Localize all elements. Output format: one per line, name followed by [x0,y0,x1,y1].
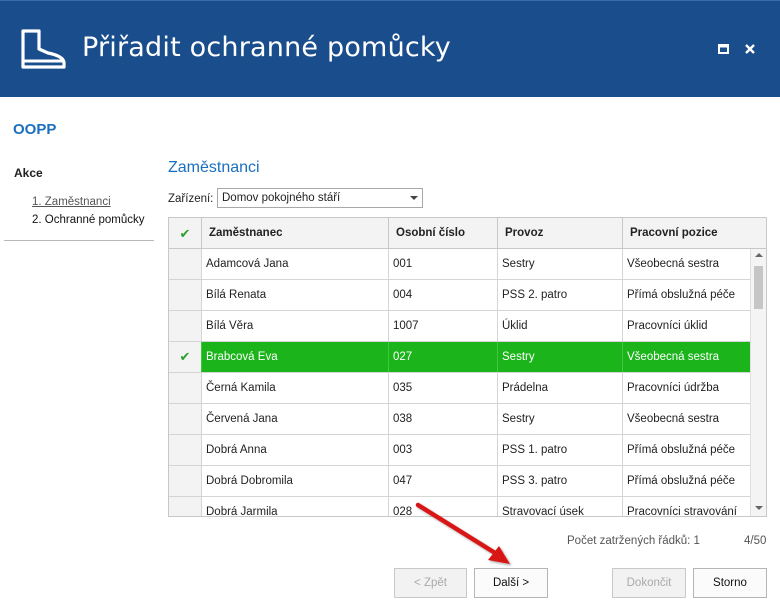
cell-provoz: PSS 1. patro [498,435,623,465]
table-row[interactable]: Černá Kamila 035 Prádelna Pracovníci údr… [169,373,750,404]
cell-position: Všeobecná sestra [627,413,720,425]
title-bar: Přiřadit ochranné pomůcky [0,0,780,97]
cell-personal-number: 1007 [389,311,498,341]
column-header-position[interactable]: Pracovní pozice [623,218,750,249]
grid-header: ✔ Zaměstnanec Osobní číslo Provoz Pracov… [169,218,766,249]
cell-personal-number: 038 [389,404,498,434]
check-icon: ✔ [179,226,191,241]
row-checkbox[interactable] [169,311,202,341]
row-checkbox-checked[interactable]: ✔ [169,342,202,372]
cell-employee: Adamcová Jana [202,249,389,279]
row-checkbox[interactable] [169,497,202,516]
vertical-scrollbar[interactable] [750,249,766,516]
sidebar-step-protective-equipment: 2. Ochranné pomůcky [32,214,145,226]
device-select[interactable]: Domov pokojného stáří [217,188,423,208]
next-button[interactable]: Další > [474,568,548,598]
cell-personal-number: 035 [389,373,498,403]
scrollbar-thumb[interactable] [754,266,763,309]
cell-personal-number: 028 [389,497,498,516]
cell-personal-number: 003 [389,435,498,465]
row-checkbox[interactable] [169,435,202,465]
table-row[interactable]: Dobrá Jarmila 028 Stravovací úsek Pracov… [169,497,750,517]
cell-employee: Dobrá Dobromila [202,466,389,496]
cell-employee: Černá Kamila [202,373,389,403]
cell-personal-number: 027 [389,342,498,372]
row-checkbox[interactable] [169,280,202,310]
cell-employee: Dobrá Jarmila [202,497,389,516]
table-row[interactable]: Bílá Věra 1007 Úklid Pracovníci úklid [169,311,750,342]
cell-employee: Dobrá Anna [202,435,389,465]
back-button[interactable]: < Zpět [394,568,467,598]
cell-provoz: Sestry [498,342,623,372]
checked-rows-count: Počet zatržených řádků: 1 [567,535,700,547]
window-title: Přiřadit ochranné pomůcky [82,32,451,63]
cancel-button[interactable]: Storno [693,568,767,598]
cell-provoz: Sestry [498,404,623,434]
finish-button[interactable]: Dokončit [612,568,686,598]
cell-position: Pracovníci údržba [627,382,720,394]
column-header-personal-number[interactable]: Osobní číslo [389,218,498,249]
close-icon[interactable] [742,41,758,57]
cell-personal-number: 004 [389,280,498,310]
employees-grid: ✔ Zaměstnanec Osobní číslo Provoz Pracov… [168,217,767,517]
scroll-up-icon[interactable] [755,253,763,257]
row-checkbox[interactable] [169,466,202,496]
cell-position: Přímá obslužná péče [627,475,736,487]
device-select-value: Domov pokojného stáří [222,192,341,204]
cell-provoz: PSS 3. patro [498,466,623,496]
sidebar-divider [4,240,154,241]
cell-position: Všeobecná sestra [627,351,720,363]
cell-provoz: PSS 2. patro [498,280,623,310]
cell-employee: Bílá Věra [202,311,389,341]
row-checkbox[interactable] [169,249,202,279]
cell-personal-number: 047 [389,466,498,496]
table-row[interactable]: Bílá Renata 004 PSS 2. patro Přímá obslu… [169,280,750,311]
cell-provoz: Stravovací úsek [498,497,623,516]
row-checkbox[interactable] [169,404,202,434]
check-icon: ✔ [179,349,191,364]
cell-position: Pracovníci stravování [627,506,737,517]
cell-provoz: Sestry [498,249,623,279]
cell-personal-number: 001 [389,249,498,279]
table-row[interactable]: Adamcová Jana 001 Sestry Všeobecná sestr… [169,249,750,280]
cell-employee: Bílá Renata [202,280,389,310]
table-row[interactable]: Dobrá Anna 003 PSS 1. patro Přímá obsluž… [169,435,750,466]
sidebar-heading: Akce [14,166,43,180]
cell-position: Všeobecná sestra [627,258,720,270]
cell-employee: Červená Jana [202,404,389,434]
table-row[interactable]: Dobrá Dobromila 047 PSS 3. patro Přímá o… [169,466,750,497]
cell-position: Přímá obslužná péče [627,444,736,456]
table-row[interactable]: Červená Jana 038 Sestry Všeobecná sestra [169,404,750,435]
cell-employee: Brabcová Eva [202,342,389,372]
module-title: OOPP [13,121,57,138]
maximize-icon[interactable] [716,41,732,57]
row-position: 4/50 [744,535,767,547]
device-label: Zařízení: [168,193,214,205]
table-row-selected[interactable]: ✔ Brabcová Eva 027 Sestry Všeobecná sest… [169,342,750,373]
cell-position: Pracovníci úklid [627,320,708,332]
column-header-employee[interactable]: Zaměstnanec [202,218,389,249]
cell-provoz: Prádelna [498,373,623,403]
chevron-down-icon [410,196,418,200]
column-header-provoz[interactable]: Provoz [498,218,623,249]
scroll-down-icon[interactable] [755,506,763,510]
cell-provoz: Úklid [498,311,623,341]
section-title: Zaměstnanci [168,159,260,176]
sidebar-step-employees[interactable]: 1. Zaměstnanci [32,196,111,208]
row-checkbox[interactable] [169,373,202,403]
cell-position: Přímá obslužná péče [627,289,736,301]
boot-icon [21,29,66,69]
select-all-checkbox[interactable]: ✔ [169,218,202,249]
